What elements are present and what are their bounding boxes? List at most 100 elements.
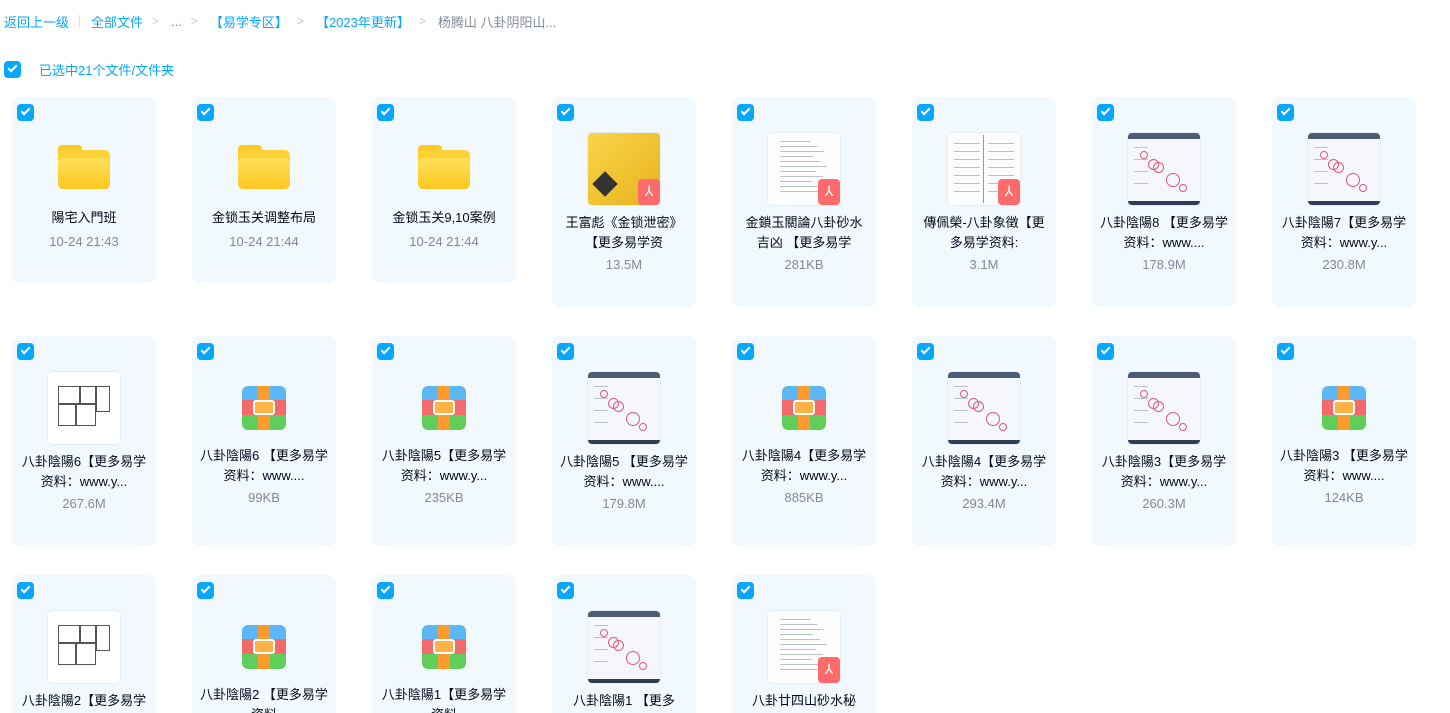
file-checkbox[interactable] — [197, 104, 214, 121]
file-checkbox[interactable] — [1097, 104, 1114, 121]
screenshot-preview — [948, 372, 1020, 444]
file-checkbox[interactable] — [377, 582, 394, 599]
file-card[interactable]: ⅄ 王富彪《金锁泄密》【更多易学资 13.5M — [552, 97, 696, 307]
file-checkbox[interactable] — [557, 582, 574, 599]
text-line — [1134, 410, 1148, 411]
file-checkbox[interactable] — [197, 343, 214, 360]
file-checkbox[interactable] — [557, 104, 574, 121]
text-line — [594, 398, 608, 399]
file-card[interactable]: 八卦陰陽2 【更多易学资料 — [192, 575, 336, 713]
file-checkbox[interactable] — [737, 343, 754, 360]
checkmark-icon — [560, 583, 571, 594]
text-line — [780, 619, 810, 620]
file-card[interactable]: 八卦陰陽1【更多易学资料 — [372, 575, 516, 713]
window-taskbar — [948, 440, 1020, 444]
checkmark-icon — [1280, 344, 1291, 355]
floorplan-room — [58, 404, 76, 426]
archive-buckle — [433, 400, 455, 415]
file-meta: 235KB — [424, 490, 464, 505]
checkmark-icon — [20, 583, 31, 594]
file-card[interactable]: 八卦陰陽5【更多易学资料：www.y... 235KB — [372, 336, 516, 546]
file-card[interactable]: ⅄ 傳佩榮-八卦象徵【更多易学资料: 3.1M — [912, 97, 1056, 307]
file-checkbox[interactable] — [377, 343, 394, 360]
checkmark-icon — [740, 105, 751, 116]
file-checkbox[interactable] — [917, 104, 934, 121]
file-name: 陽宅入門班 — [51, 210, 117, 225]
window-titlebar — [1128, 133, 1200, 139]
text-line — [780, 634, 813, 635]
text-line — [1314, 147, 1328, 148]
file-card[interactable]: 八卦陰陽4【更多易学资料：www.y... 293.4M — [912, 336, 1056, 546]
file-card[interactable]: 金锁玉关调整布局 10-24 21:44 — [192, 97, 336, 283]
window-taskbar — [1128, 440, 1200, 444]
file-checkbox[interactable] — [737, 582, 754, 599]
file-meta: 178.9M — [1142, 257, 1186, 272]
text-line — [594, 637, 608, 638]
screenshot-preview — [588, 372, 660, 444]
file-name: 金锁玉关调整布局 — [211, 210, 316, 225]
file-checkbox[interactable] — [197, 582, 214, 599]
file-card[interactable]: 八卦陰陽1 【更多 — [552, 575, 696, 713]
checkmark-icon — [560, 105, 571, 116]
file-thumbnail: ⅄ — [768, 611, 840, 683]
text-line — [780, 161, 820, 162]
breadcrumb-ellipsis[interactable]: ... — [171, 14, 182, 29]
text-line — [1314, 159, 1328, 160]
file-checkbox[interactable] — [917, 343, 934, 360]
file-thumbnail — [408, 611, 480, 683]
file-card[interactable]: 八卦陰陽3【更多易学资料：www.y... 260.3M — [1092, 336, 1236, 546]
file-checkbox[interactable] — [1277, 343, 1294, 360]
file-card[interactable]: 八卦陰陽8 【更多易学资料：www.... 178.9M — [1092, 97, 1236, 307]
file-checkbox[interactable] — [1097, 343, 1114, 360]
back-link[interactable]: 返回上一级 — [4, 12, 69, 31]
file-card[interactable]: 八卦陰陽5 【更多易学资料：www.... 179.8M — [552, 336, 696, 546]
file-card[interactable]: 八卦陰陽6 【更多易学资料：www.... 99KB — [192, 336, 336, 546]
file-name: 金锁玉关9,10案例 — [392, 210, 496, 225]
file-checkbox[interactable] — [1277, 104, 1294, 121]
file-card[interactable]: 八卦陰陽3 【更多易学资料：www.... 124KB — [1272, 336, 1416, 546]
file-card[interactable]: ⅄ 八卦廿四山砂水秘 — [732, 575, 876, 713]
chevron-right-icon: > — [190, 14, 198, 28]
file-thumbnail — [1128, 372, 1200, 444]
file-checkbox[interactable] — [17, 582, 34, 599]
select-all-checkbox[interactable] — [4, 60, 21, 78]
diagram-mark — [608, 637, 619, 648]
archive-buckle — [253, 639, 275, 654]
file-card[interactable]: ⅄ 金鎖玉關論八卦砂水吉凶 【更多易学 281KB — [732, 97, 876, 307]
file-card[interactable]: 八卦陰陽7【更多易学资料：www.y... 230.8M — [1272, 97, 1416, 307]
file-checkbox[interactable] — [737, 104, 754, 121]
file-thumbnail — [588, 372, 660, 444]
file-name: 八卦陰陽1【更多易学资料 — [381, 687, 507, 713]
diagram-mark — [960, 390, 968, 398]
file-card[interactable]: 金锁玉关9,10案例 10-24 21:44 — [372, 97, 516, 283]
file-name: 八卦陰陽5 【更多易学资料：www.... — [560, 454, 688, 489]
file-name: 八卦陰陽2 【更多易学资料 — [200, 687, 328, 713]
file-checkbox[interactable] — [557, 343, 574, 360]
file-card[interactable]: 八卦陰陽4【更多易学资料：www.y... 885KB — [732, 336, 876, 546]
window-titlebar — [588, 611, 660, 617]
archive-buckle — [793, 400, 815, 415]
file-name: 八卦陰陽4【更多易学资料：www.y... — [921, 454, 1047, 489]
window-titlebar — [1308, 133, 1380, 139]
file-checkbox[interactable] — [17, 104, 34, 121]
floorplan-room — [80, 625, 96, 643]
checkmark-icon — [380, 344, 391, 355]
text-line — [780, 664, 819, 665]
file-meta: 230.8M — [1322, 257, 1366, 272]
file-checkbox[interactable] — [17, 343, 34, 360]
file-name: 八卦陰陽1 【更多 — [573, 693, 675, 708]
breadcrumb-level1[interactable]: 【易学专区】 — [210, 12, 288, 31]
text-line — [954, 410, 968, 411]
file-checkbox[interactable] — [377, 104, 394, 121]
diagram-mark — [999, 423, 1007, 431]
text-line — [780, 659, 812, 660]
file-card[interactable]: 八卦陰陽2【更多易学资料 — [12, 575, 156, 713]
breadcrumb-level2[interactable]: 【2023年更新】 — [316, 12, 410, 31]
checkmark-icon — [380, 583, 391, 594]
breadcrumb-all-files[interactable]: 全部文件 — [91, 12, 143, 31]
file-card[interactable]: 陽宅入門班 10-24 21:43 — [12, 97, 156, 283]
file-card[interactable]: 八卦陰陽6【更多易学资料：www.y... 267.6M — [12, 336, 156, 546]
text-line — [1314, 171, 1328, 172]
archive-icon — [782, 386, 826, 430]
text-line — [594, 410, 608, 411]
